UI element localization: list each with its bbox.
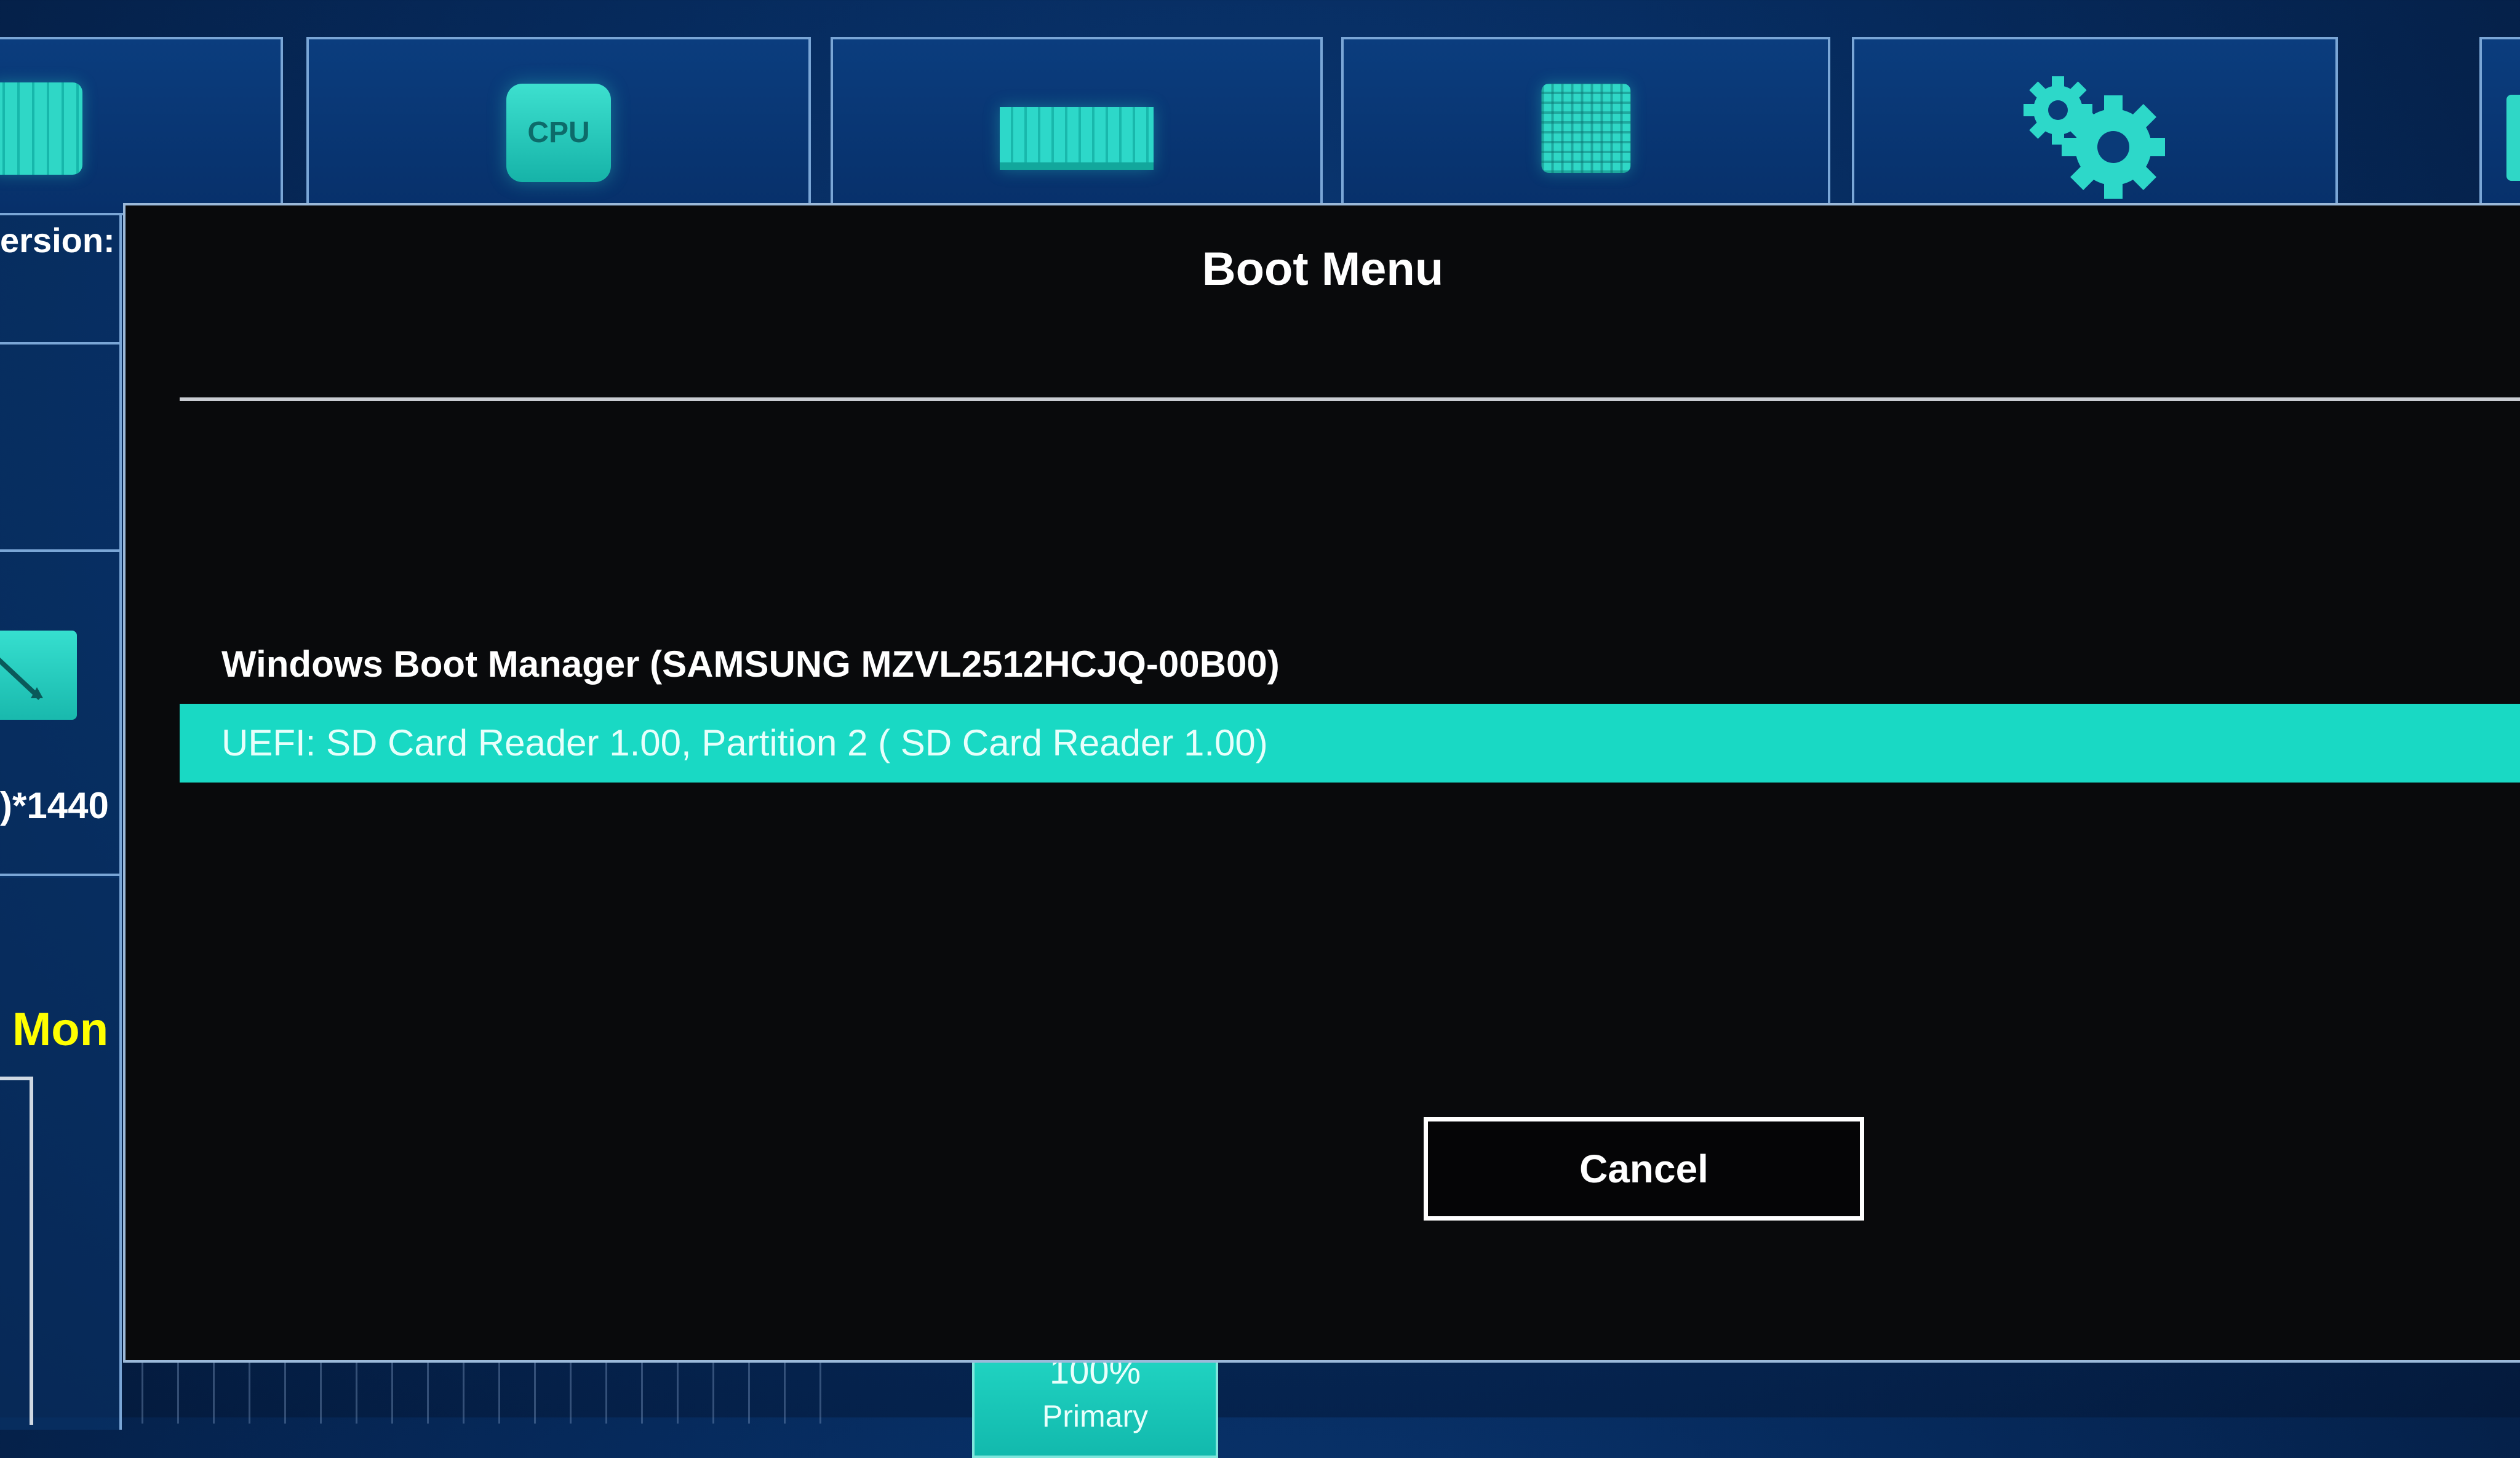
tile-cpu[interactable]: CPU — [306, 37, 811, 215]
tile-storage[interactable] — [1341, 37, 1830, 215]
cancel-button[interactable]: Cancel — [1424, 1117, 1864, 1221]
chip-icon — [0, 82, 82, 175]
side-chart-frame — [0, 1077, 33, 1425]
side-resolution: )*1440 — [0, 785, 109, 826]
title-divider — [180, 397, 2520, 401]
percent-caption: Primary — [1042, 1399, 1149, 1433]
tile-memory[interactable] — [831, 37, 1323, 215]
tile-chip[interactable] — [0, 37, 283, 215]
side-version-label: ersion: — [0, 221, 115, 260]
dialog-title: Boot Menu — [1202, 243, 1444, 295]
tile-partial[interactable] — [2479, 37, 2520, 215]
memory-icon — [1000, 107, 1154, 170]
gears-icon — [2024, 76, 2165, 199]
boot-menu-dialog: Boot Menu Windows Boot Manager (SAMSUNG … — [123, 203, 2520, 1363]
tile-settings[interactable] — [1852, 37, 2338, 215]
cpu-icon: CPU — [506, 84, 611, 182]
boot-option-sd-card[interactable]: UEFI: SD Card Reader 1.00, Partition 2 (… — [180, 704, 2520, 783]
display-icon — [0, 631, 77, 720]
storage-icon — [1541, 84, 1630, 173]
partial-tile-icon — [2506, 95, 2520, 181]
boot-option-windows[interactable]: Windows Boot Manager (SAMSUNG MZVL2512HC… — [180, 625, 2520, 704]
side-panel-blank — [0, 345, 122, 551]
side-monitor-label: Mon — [12, 1003, 109, 1056]
